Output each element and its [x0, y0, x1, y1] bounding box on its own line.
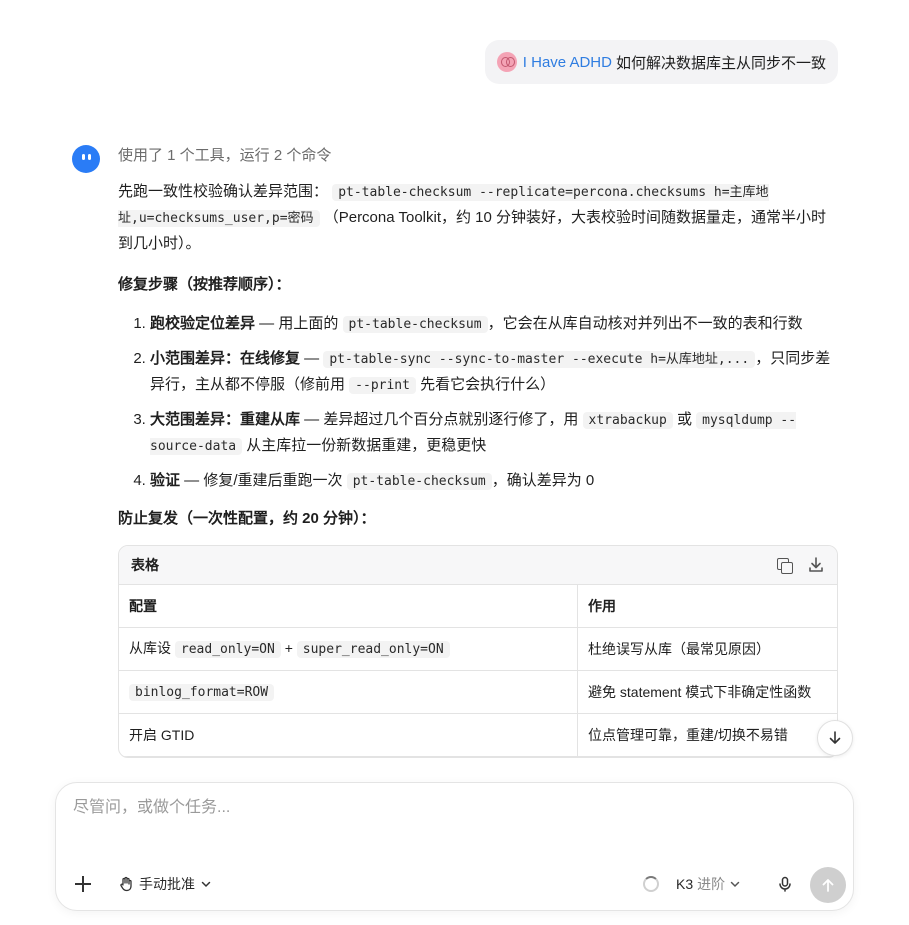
step-text: 从主库拉一份新数据重建，更稳更快: [242, 437, 487, 454]
model-tier: 进阶: [697, 876, 726, 892]
microphone-icon: [779, 876, 791, 892]
step-command: pt-table-checksum: [342, 316, 488, 333]
step-text: — 用上面的: [255, 315, 343, 332]
chevron-down-icon: [730, 881, 740, 888]
list-item: 小范围差异：在线修复 — pt-table-sync --sync-to-mas…: [150, 346, 838, 398]
config-table-card: 表格 配置 作用 从库设 read_only=ON + super_read_o…: [118, 545, 838, 758]
step-title: 验证: [150, 472, 181, 489]
table-row: binlog_format=ROW 避免 statement 模式下非确定性函数: [119, 670, 837, 714]
step-text: 先看它会执行什么）: [415, 376, 556, 393]
table-cell: 开启 GTID: [119, 713, 578, 757]
user-message-text: 如何解决数据库主从同步不一致: [615, 54, 826, 72]
copy-icon[interactable]: [775, 556, 793, 574]
step-text: —: [300, 350, 324, 367]
step-command: pt-table-checksum: [346, 473, 492, 490]
config-table: 配置 作用 从库设 read_only=ON + super_read_only…: [119, 585, 837, 757]
tool-usage-status[interactable]: 使用了 1 个工具，运行 2 个命令: [118, 143, 838, 167]
assistant-message: 使用了 1 个工具，运行 2 个命令 先跑一致性校验确认差异范围： pt-tab…: [118, 143, 838, 758]
cell-code: binlog_format=ROW: [129, 684, 275, 701]
column-header: 配置: [119, 585, 578, 628]
table-cell: 杜绝误写从库（最常见原因）: [577, 627, 837, 671]
table-row: 从库设 read_only=ON + super_read_only=ON 杜绝…: [119, 627, 837, 671]
step-text: — 修复/重建后重跑一次: [180, 472, 347, 489]
download-icon[interactable]: [807, 556, 825, 574]
cell-code: super_read_only=ON: [296, 641, 450, 658]
brain-icon: [496, 52, 517, 72]
table-header-bar: 表格: [119, 546, 837, 585]
step-title: 小范围差异：在线修复: [150, 350, 301, 367]
step-text: ，它会在从库自动核对并列出不一致的表和行数: [487, 315, 803, 332]
approval-mode-dropdown[interactable]: 手动批准: [118, 874, 212, 894]
step-title: 大范围差异：重建从库: [150, 411, 301, 428]
composer: 手动批准 K3 进阶: [55, 782, 854, 911]
intro-text: 先跑一致性校验确认差异范围：: [118, 183, 329, 200]
step-text: ，确认差异为 0: [491, 472, 595, 489]
table-cell: 从库设 read_only=ON + super_read_only=ON: [119, 627, 578, 671]
list-item: 跑校验定位差异 — 用上面的 pt-table-checksum，它会在从库自动…: [150, 311, 838, 337]
cell-text: 从库设: [129, 640, 175, 656]
chevron-down-icon: [201, 881, 211, 888]
repair-steps-list: 跑校验定位差异 — 用上面的 pt-table-checksum，它会在从库自动…: [118, 311, 838, 494]
step-title: 跑校验定位差异: [150, 315, 256, 332]
step-command: xtrabackup: [582, 412, 673, 429]
table-cell: 避免 statement 模式下非确定性函数: [577, 670, 837, 714]
microphone-button[interactable]: [776, 875, 794, 893]
arrow-down-icon: [829, 731, 841, 744]
step-text: 或: [672, 411, 697, 428]
table-tools: [775, 556, 825, 574]
table-cell: 位点管理可靠，重建/切换不易错: [577, 713, 837, 757]
message-input[interactable]: [71, 795, 835, 821]
table-cell: binlog_format=ROW: [119, 670, 578, 714]
skill-chip[interactable]: I Have ADHD: [496, 52, 612, 72]
step-command: --print: [349, 377, 416, 394]
list-item: 大范围差异：重建从库 — 差异超过几个百分点就别逐行修了，用 xtrabacku…: [150, 407, 838, 459]
assistant-avatar: [72, 145, 100, 173]
hand-icon: [120, 876, 132, 892]
skill-name[interactable]: I Have ADHD: [523, 54, 612, 71]
loading-spinner-icon: [643, 876, 659, 892]
table-header-row: 配置 作用: [119, 585, 837, 628]
model-name: K3: [676, 876, 694, 892]
add-attachment-button[interactable]: [74, 875, 92, 893]
table-label: 表格: [131, 556, 159, 573]
repair-steps-title: 修复步骤（按推荐顺序）：: [118, 276, 291, 293]
send-button[interactable]: [810, 867, 846, 903]
user-message-bubble: I Have ADHD 如何解决数据库主从同步不一致: [484, 40, 838, 84]
step-command: pt-table-sync --sync-to-master --execute…: [323, 351, 756, 368]
cell-code: read_only=ON: [174, 641, 281, 658]
list-item: 验证 — 修复/重建后重跑一次 pt-table-checksum，确认差异为 …: [150, 468, 838, 494]
column-header: 作用: [577, 585, 837, 628]
approval-mode-label: 手动批准: [139, 876, 195, 892]
cell-text: +: [280, 640, 297, 656]
prevention-title: 防止复发（一次性配置，约 20 分钟）：: [118, 510, 376, 527]
model-selector[interactable]: K3 进阶: [676, 874, 741, 894]
intro-paragraph: 先跑一致性校验确认差异范围： pt-table-checksum --repli…: [118, 179, 838, 256]
arrow-up-icon: [822, 879, 834, 892]
step-text: — 差异超过几个百分点就别逐行修了，用: [300, 411, 583, 428]
scroll-to-bottom-button[interactable]: [817, 720, 853, 756]
table-row: 开启 GTID 位点管理可靠，重建/切换不易错: [119, 713, 837, 757]
